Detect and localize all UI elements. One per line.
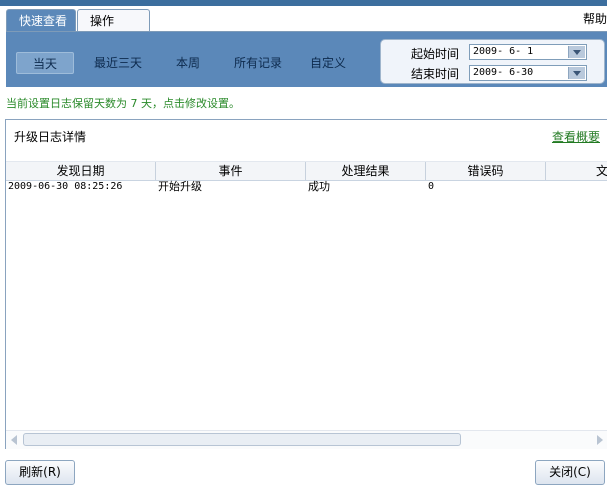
column-header-event[interactable]: 事件 bbox=[156, 162, 306, 180]
start-date-dropdown-button[interactable] bbox=[568, 46, 585, 58]
cell-date: 2009-06-30 08:25:26 bbox=[8, 181, 123, 192]
chevron-down-icon bbox=[573, 71, 581, 76]
column-header-file[interactable]: 文件 bbox=[546, 162, 607, 180]
filter-last-three-days-button[interactable]: 最近三天 bbox=[86, 52, 150, 74]
upgrade-log-panel: 升级日志详情 查看概要 发现日期 事件 处理结果 错误码 文件 2009-06-… bbox=[5, 119, 607, 449]
tab-operations[interactable]: 操作 bbox=[77, 9, 150, 31]
cell-result: 成功 bbox=[308, 180, 330, 193]
end-date-dropdown-button[interactable] bbox=[568, 67, 585, 79]
chevron-down-icon bbox=[573, 50, 581, 55]
scroll-right-icon[interactable] bbox=[597, 435, 603, 445]
start-date-value: 2009- 6- 1 bbox=[473, 46, 534, 57]
scrollbar-thumb[interactable] bbox=[23, 433, 461, 446]
filter-all-records-button[interactable]: 所有记录 bbox=[226, 52, 290, 74]
tab-quick-view[interactable]: 快速查看 bbox=[6, 9, 76, 31]
start-date-select[interactable]: 2009- 6- 1 bbox=[469, 44, 587, 60]
column-header-date[interactable]: 发现日期 bbox=[6, 162, 156, 180]
filter-bar: 当天 最近三天 本周 所有记录 自定义 起始时间 2009- 6- 1 结束时间… bbox=[6, 31, 607, 87]
horizontal-scrollbar[interactable] bbox=[6, 430, 607, 449]
filter-custom-button[interactable]: 自定义 bbox=[302, 52, 354, 74]
column-header-result[interactable]: 处理结果 bbox=[306, 162, 426, 180]
date-range-box: 起始时间 2009- 6- 1 结束时间 2009- 6-30 bbox=[380, 39, 605, 84]
help-link[interactable]: 帮助 bbox=[583, 10, 607, 27]
table-header: 发现日期 事件 处理结果 错误码 文件 bbox=[6, 161, 607, 181]
cell-event: 开始升级 bbox=[158, 180, 202, 193]
view-summary-link[interactable]: 查看概要 bbox=[552, 128, 600, 145]
panel-title: 升级日志详情 bbox=[14, 130, 87, 144]
refresh-button[interactable]: 刷新(R) bbox=[5, 460, 75, 485]
scroll-left-icon[interactable] bbox=[11, 435, 17, 445]
filter-today-button[interactable]: 当天 bbox=[16, 52, 74, 74]
table-row[interactable]: 2009-06-30 08:25:26 开始升级 成功 0 bbox=[6, 180, 607, 194]
column-header-error-code[interactable]: 错误码 bbox=[426, 162, 546, 180]
end-date-value: 2009- 6-30 bbox=[473, 67, 534, 78]
close-button[interactable]: 关闭(C) bbox=[535, 460, 605, 485]
start-time-label: 起始时间 bbox=[411, 47, 460, 61]
window-top-strip bbox=[0, 0, 607, 6]
cell-error-code: 0 bbox=[428, 181, 435, 192]
end-time-label: 结束时间 bbox=[411, 67, 460, 81]
filter-this-week-button[interactable]: 本周 bbox=[166, 52, 210, 74]
end-date-select[interactable]: 2009- 6-30 bbox=[469, 65, 587, 81]
retention-notice-link[interactable]: 当前设置日志保留天数为 7 天，点击修改设置。 bbox=[6, 95, 240, 111]
